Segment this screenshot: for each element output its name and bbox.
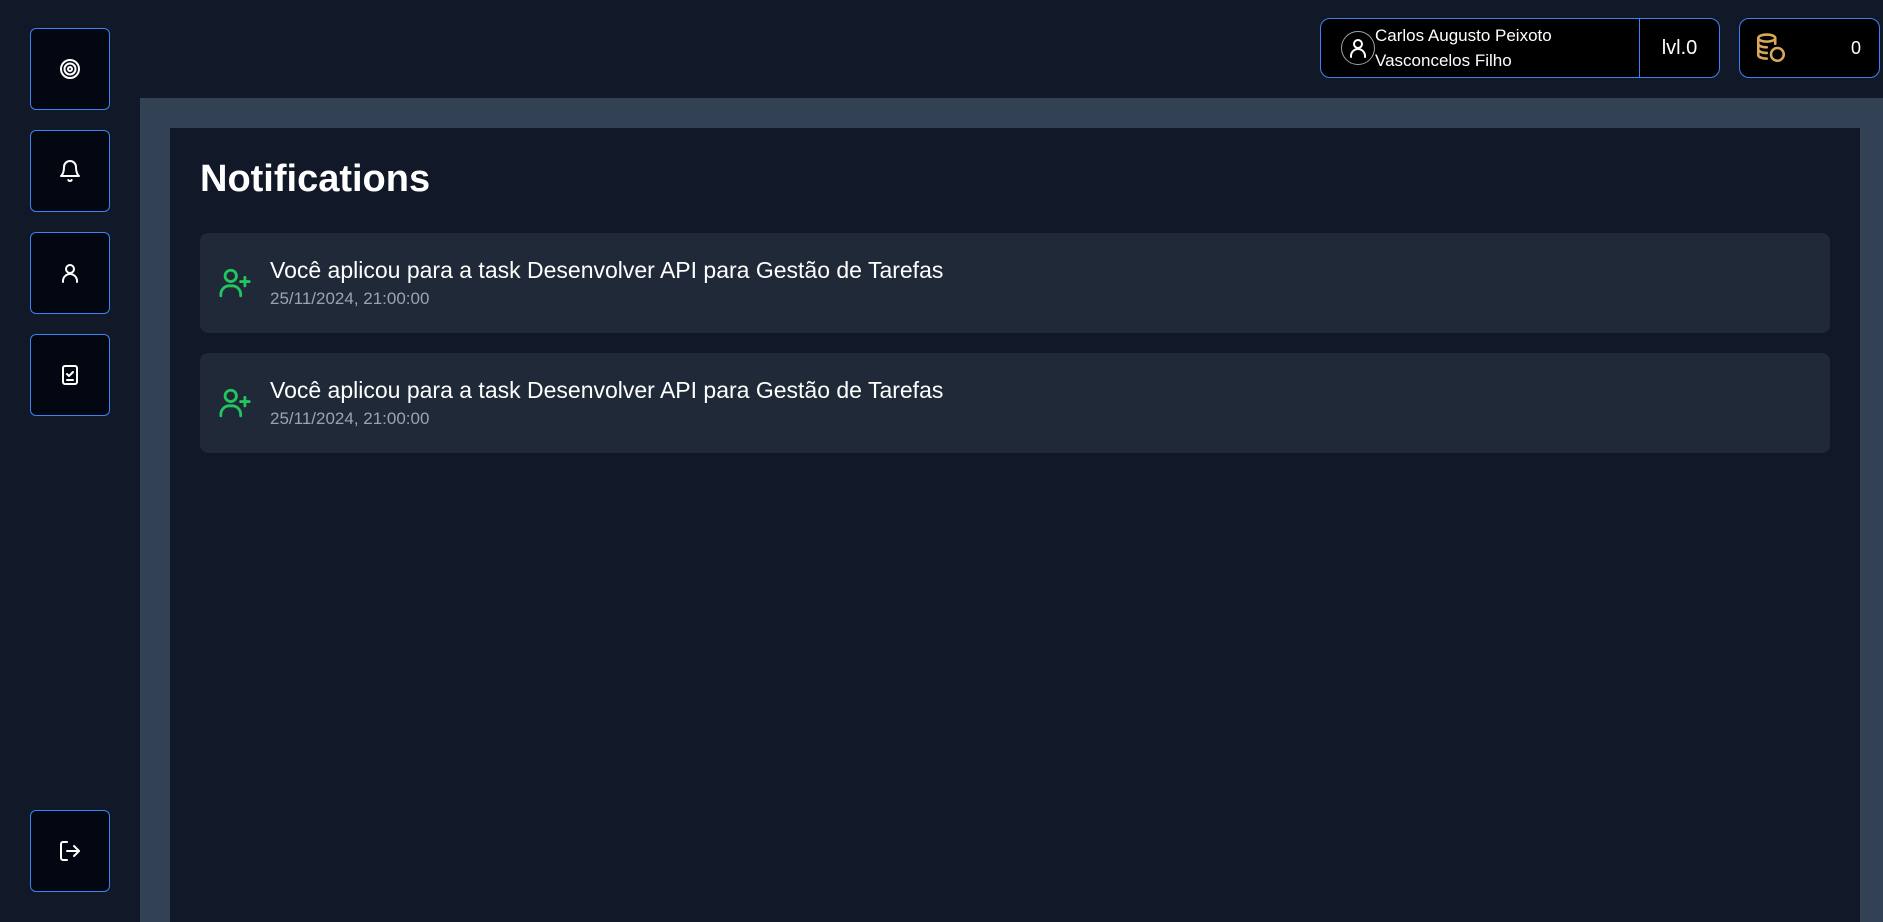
- user-level: lvl.0: [1661, 36, 1698, 59]
- coins-icon: [1756, 33, 1786, 63]
- user-icon: [62, 264, 78, 283]
- user-plus-icon: [218, 386, 252, 420]
- logout-icon: [60, 841, 80, 861]
- user-plus-icon: [218, 266, 252, 300]
- avatar: [1341, 31, 1375, 65]
- coins-value: 0: [1850, 37, 1861, 58]
- notification-item[interactable]: Você aplicou para a task Desenvolver API…: [200, 233, 1830, 333]
- clipboard-check-icon: [62, 365, 78, 385]
- page-title: Notifications: [200, 158, 431, 200]
- logout-button[interactable]: [30, 810, 110, 892]
- sidebar-item-profile[interactable]: [30, 232, 110, 314]
- notifications-panel: Notifications Você aplicou para a task D…: [170, 128, 1860, 922]
- sidebar-item-goals[interactable]: [30, 28, 110, 110]
- sidebar-item-tasks[interactable]: [30, 334, 110, 416]
- user-name: Carlos Augusto Peixoto Vasconcelos Filho: [1375, 26, 1552, 70]
- profile-card[interactable]: Carlos Augusto Peixoto Vasconcelos Filho…: [1320, 18, 1720, 78]
- sidebar-item-notifications[interactable]: [30, 130, 110, 212]
- bell-icon: [60, 160, 80, 182]
- target-icon: [60, 59, 80, 79]
- notification-item[interactable]: Você aplicou para a task Desenvolver API…: [200, 353, 1830, 453]
- coins-card[interactable]: 0: [1739, 18, 1880, 78]
- notification-time: 25/11/2024, 21:00:00: [270, 409, 430, 428]
- notification-time: 25/11/2024, 21:00:00: [270, 289, 430, 308]
- notification-message: Você aplicou para a task Desenvolver API…: [270, 257, 944, 283]
- notification-message: Você aplicou para a task Desenvolver API…: [270, 377, 944, 403]
- user-icon: [1350, 39, 1366, 58]
- sidebar: [30, 28, 110, 894]
